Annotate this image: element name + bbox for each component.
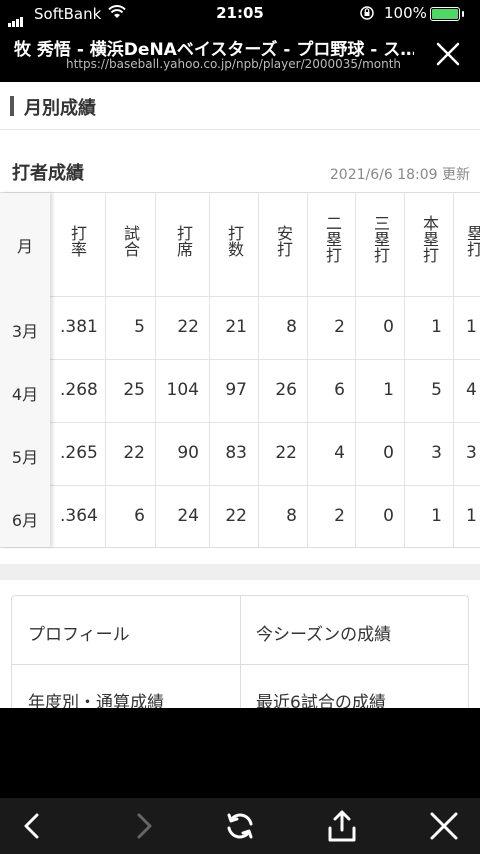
cell-hits: 22 (275, 443, 297, 463)
header-hits: 安打 (274, 225, 293, 257)
cell-total-bases: 4 (466, 380, 477, 400)
back-icon[interactable] (14, 808, 50, 844)
cell-triples: 0 (383, 443, 394, 463)
row-month: 5月 (11, 448, 39, 467)
cell-avg: .381 (60, 317, 98, 337)
cell-homeruns: 1 (431, 317, 442, 337)
browser-toolbar (0, 798, 480, 854)
cell-games: 25 (123, 380, 145, 400)
cell-hits: 26 (275, 380, 297, 400)
cell-homeruns: 5 (431, 380, 442, 400)
cell-avg: .364 (60, 506, 98, 526)
monthly-stats-table[interactable]: 月 打率 試合 打席 打数 安打 二塁打 三塁打 本塁打 塁打 3月 .381 … (0, 192, 480, 548)
section-header: 月別成績 (0, 82, 480, 130)
header-doubles: 二塁打 (323, 215, 342, 263)
cell-games: 5 (134, 317, 145, 337)
header-avg: 打率 (68, 225, 87, 257)
cell-pa: 104 (166, 380, 199, 400)
header-pa: 打席 (174, 225, 193, 257)
forward-icon[interactable] (126, 808, 162, 844)
cell-ab: 21 (225, 317, 247, 337)
header-total-bases: 塁打 (464, 225, 480, 257)
cell-triples: 0 (383, 506, 394, 526)
cell-total-bases: 3 (466, 443, 477, 463)
cell-avg: .268 (60, 380, 98, 400)
header-month: 月 (16, 237, 33, 256)
section-title: 月別成績 (24, 98, 96, 119)
orientation-lock-icon (359, 5, 375, 25)
link-profile[interactable]: プロフィール (28, 620, 130, 645)
reload-icon[interactable] (222, 808, 258, 844)
link-season-stats[interactable]: 今シーズンの成績 (256, 620, 391, 645)
battery-icon (430, 7, 460, 21)
section-divider (0, 564, 480, 580)
row-month: 4月 (11, 385, 39, 404)
page-url: https://baseball.yahoo.co.jp/npb/player/… (66, 57, 402, 71)
batting-stats-heading: 打者成績 (12, 163, 84, 184)
updated-timestamp: 2021/6/6 18:09 更新 (329, 167, 470, 183)
cell-avg: .265 (60, 443, 98, 463)
browser-title-bar: 牧 秀悟 - 横浜DeNAベイスターズ - プロ野球 - ス… https://… (0, 28, 480, 82)
cell-doubles: 2 (334, 506, 345, 526)
cell-ab: 22 (225, 506, 247, 526)
cell-doubles: 2 (334, 317, 345, 337)
cell-games: 22 (123, 443, 145, 463)
player-links-grid: プロフィール 今シーズンの成績 年度別・通算成績 最近6試合の成績 (11, 595, 469, 708)
cell-ab: 97 (225, 380, 247, 400)
battery-percent: 100% (384, 4, 427, 22)
cell-games: 6 (134, 506, 145, 526)
cell-doubles: 4 (334, 443, 345, 463)
row-month: 3月 (11, 322, 39, 341)
cell-total-bases: 1 (466, 506, 477, 526)
cell-triples: 1 (383, 380, 394, 400)
cell-pa: 22 (177, 317, 199, 337)
cell-total-bases: 1 (466, 317, 477, 337)
close-tab-icon[interactable] (426, 808, 462, 844)
cell-hits: 8 (286, 317, 297, 337)
cell-pa: 90 (177, 443, 199, 463)
header-games: 試合 (121, 225, 140, 257)
cell-homeruns: 1 (431, 506, 442, 526)
cell-homeruns: 3 (431, 443, 442, 463)
row-month: 6月 (11, 511, 39, 530)
status-bar: SoftBank 21:05 100% (0, 0, 480, 28)
cell-doubles: 6 (334, 380, 345, 400)
header-ab: 打数 (225, 225, 244, 257)
cell-triples: 0 (383, 317, 394, 337)
share-icon[interactable] (324, 808, 360, 844)
link-recent-stats[interactable]: 最近6試合の成績 (256, 688, 386, 708)
cell-hits: 8 (286, 506, 297, 526)
header-homeruns: 本塁打 (420, 215, 439, 263)
page-content: 月別成績 打者成績 2021/6/6 18:09 更新 月 打率 試合 打席 打… (0, 82, 480, 708)
cell-pa: 24 (177, 506, 199, 526)
close-icon[interactable] (432, 38, 464, 70)
empty-area (0, 708, 480, 798)
header-triples: 三塁打 (371, 215, 390, 263)
link-yearly-stats[interactable]: 年度別・通算成績 (28, 688, 164, 708)
cell-ab: 83 (225, 443, 247, 463)
